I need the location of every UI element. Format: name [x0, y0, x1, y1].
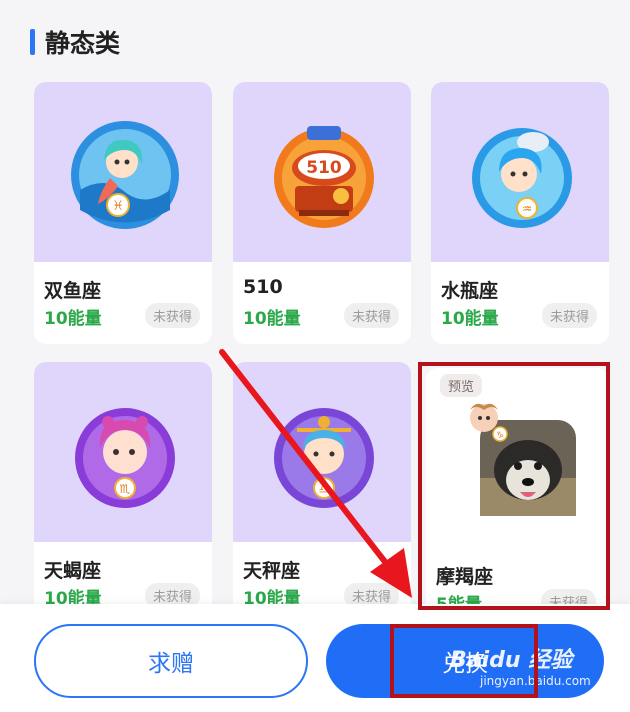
badge-name: 水瓶座	[441, 280, 499, 302]
scorpio-badge-icon: ♏	[70, 400, 180, 510]
section-accent-bar	[30, 29, 35, 55]
status-badge: 未获得	[541, 303, 597, 328]
baidu-watermark-logo: Baidu 经验 jingyan.baidu.com	[450, 634, 600, 698]
badge-name: 摩羯座	[436, 566, 494, 588]
svg-text:♏: ♏	[120, 482, 131, 496]
badge-image-area: ♓	[34, 82, 212, 262]
libra-badge-icon: ♎	[269, 400, 379, 510]
capricorn-dog-photo-badge-icon: ♑	[462, 398, 582, 518]
badge-card-510[interactable]: 510 510 10能量 未获得	[233, 82, 411, 344]
status-badge: 未获得	[343, 303, 399, 328]
badge-card-scorpio[interactable]: ♏ 天蝎座 10能量 未获得	[34, 362, 212, 624]
status-badge: 未获得	[144, 303, 200, 328]
badge-name: 天蝎座	[44, 560, 102, 582]
badge-card-libra[interactable]: ♎ 天秤座 10能量 未获得	[233, 362, 411, 624]
section-header: 静态类	[30, 26, 120, 58]
badge-price: 10能量	[441, 309, 499, 329]
svg-text:♒: ♒	[522, 202, 533, 216]
badge-image-area: 预览 ♑	[426, 368, 608, 548]
badge-card-pisces[interactable]: ♓ 双鱼座 10能量 未获得	[34, 82, 212, 344]
preview-tag: 预览	[440, 374, 483, 397]
watermark-url-text: jingyan.baidu.com	[480, 674, 591, 688]
badge-card-aquarius[interactable]: ♒ 水瓶座 10能量 未获得	[431, 82, 609, 344]
pisces-badge-icon: ♓	[70, 120, 180, 230]
request-gift-button[interactable]: 求赠	[34, 624, 308, 698]
badge-name: 双鱼座	[44, 280, 102, 302]
badge-image-area: ♎	[233, 362, 411, 542]
svg-text:♓: ♓	[112, 199, 124, 214]
badge-image-area: ♒	[431, 82, 609, 262]
badge-price: 10能量	[44, 309, 102, 329]
svg-text:♎: ♎	[319, 482, 330, 496]
train-510-badge-icon: 510	[269, 120, 379, 230]
aquarius-badge-icon: ♒	[467, 120, 577, 230]
svg-text:♑: ♑	[496, 431, 504, 441]
badge-name: 510	[243, 276, 283, 298]
svg-text:510: 510	[306, 158, 342, 178]
section-title: 静态类	[45, 29, 121, 58]
badge-name: 天秤座	[243, 560, 301, 582]
badge-image-area: ♏	[34, 362, 212, 542]
badge-card-capricorn[interactable]: 预览 ♑ 摩羯座 5能量 未获得	[426, 368, 608, 630]
badge-image-area: 510	[233, 82, 411, 262]
badge-price: 10能量	[243, 309, 301, 329]
watermark-main-text: Baidu 经验	[450, 648, 573, 673]
